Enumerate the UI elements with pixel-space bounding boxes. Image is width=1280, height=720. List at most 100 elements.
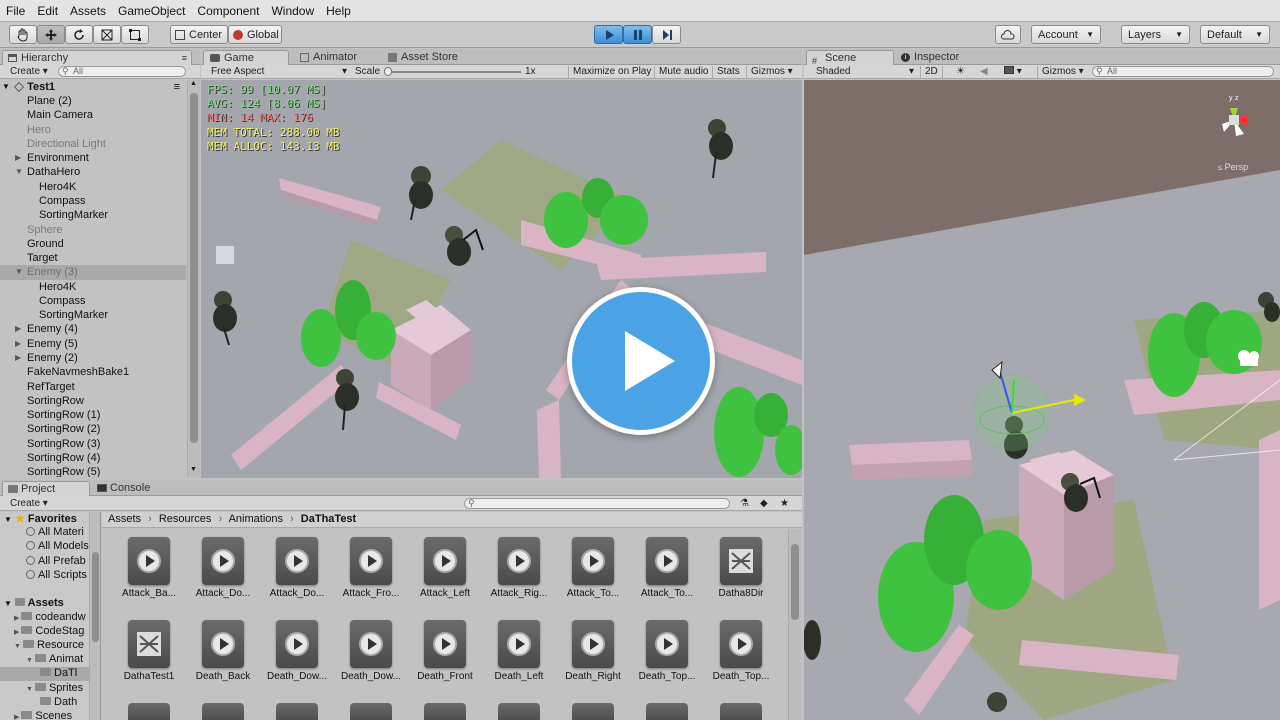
asset-item[interactable]: Death_Dow...: [335, 620, 407, 700]
breadcrumb-item[interactable]: Animations: [229, 513, 283, 525]
hierarchy-item[interactable]: Hero4K: [0, 180, 186, 194]
play-button[interactable]: [594, 25, 623, 44]
hierarchy-item[interactable]: SortingMarker: [0, 208, 186, 222]
tab-scene[interactable]: # Scene: [806, 50, 894, 66]
hierarchy-item[interactable]: ▶ Environment: [0, 151, 186, 165]
scene-viewport[interactable]: y z ≤ Persp: [804, 80, 1280, 720]
breadcrumb-item[interactable]: Assets: [108, 513, 141, 525]
hierarchy-item[interactable]: Compass: [0, 294, 186, 308]
asset-item[interactable]: Datha8Dir: [705, 537, 777, 617]
hierarchy-item[interactable]: RefTarget: [0, 380, 186, 394]
asset-item[interactable]: Death_Left: [483, 620, 555, 700]
menu-item-window[interactable]: Window: [265, 4, 320, 18]
scene-gizmos-dropdown[interactable]: Gizmos ▾: [1037, 66, 1088, 78]
hierarchy-item[interactable]: Hero4K: [0, 280, 186, 294]
breadcrumb-item-current[interactable]: DaThaTest: [301, 513, 356, 525]
expand-arrow-icon[interactable]: ▼: [15, 165, 23, 179]
hierarchy-item[interactable]: Main Camera: [0, 108, 186, 122]
game-gizmos-dropdown[interactable]: Gizmos ▾: [746, 66, 797, 78]
scene-menu-icon[interactable]: ≡: [174, 80, 180, 94]
expand-arrow-icon[interactable]: ▶: [14, 629, 19, 636]
folder-item[interactable]: ▼ Resource: [14, 639, 84, 653]
asset-item-partial[interactable]: [350, 703, 392, 720]
folder-tree-scrollbar[interactable]: [89, 512, 100, 720]
hierarchy-item[interactable]: Plane (2): [0, 94, 186, 108]
tab-game[interactable]: Game: [203, 50, 289, 65]
scene-root-row[interactable]: ▼ Test1 ≡: [0, 80, 186, 94]
hierarchy-item[interactable]: SortingRow (2): [0, 422, 186, 436]
filter-by-type-icon[interactable]: ⚗: [740, 498, 749, 509]
asset-item[interactable]: Attack_Ba...: [113, 537, 185, 617]
step-button[interactable]: [652, 25, 681, 44]
scene-search-input[interactable]: All: [1092, 66, 1274, 77]
persp-label[interactable]: ≤ Persp: [1218, 162, 1248, 172]
pause-button[interactable]: [623, 25, 652, 44]
pivot-center-toggle[interactable]: Center: [170, 25, 228, 44]
move-tool-button[interactable]: [37, 25, 65, 44]
asset-item[interactable]: Attack_Left: [409, 537, 481, 617]
hierarchy-item[interactable]: ▶ Enemy (4): [0, 322, 186, 336]
asset-item[interactable]: Attack_Rig...: [483, 537, 555, 617]
asset-item[interactable]: Death_Right: [557, 620, 629, 700]
asset-item[interactable]: Attack_Fro...: [335, 537, 407, 617]
hierarchy-item[interactable]: Ground: [0, 237, 186, 251]
project-create-dropdown[interactable]: Create ▾: [6, 498, 52, 510]
account-dropdown[interactable]: Account ▼: [1031, 25, 1101, 44]
scroll-up-icon[interactable]: ▲: [190, 80, 197, 87]
collapse-arrow-icon[interactable]: ▶: [15, 151, 21, 165]
asset-item-partial[interactable]: [572, 703, 614, 720]
folder-item[interactable]: ▼ Sprites: [26, 682, 83, 696]
scene-orientation-gizmo[interactable]: y z ≤ Persp: [1204, 90, 1274, 172]
scale-tool-button[interactable]: [93, 25, 121, 44]
asset-item[interactable]: Attack_Do...: [261, 537, 333, 617]
tab-inspector[interactable]: i Inspector: [896, 50, 986, 65]
asset-item[interactable]: Death_Top...: [631, 620, 703, 700]
hierarchy-item[interactable]: Sphere: [0, 223, 186, 237]
hierarchy-item[interactable]: Compass: [0, 194, 186, 208]
hierarchy-item[interactable]: Hero: [0, 123, 186, 137]
collapse-arrow-icon[interactable]: ▶: [15, 322, 21, 336]
lighting-toggle[interactable]: ☀: [952, 66, 969, 78]
folder-item[interactable]: ▶ Scenes: [14, 710, 72, 720]
panel-menu-icon[interactable]: ≡: [182, 51, 187, 66]
expand-arrow-icon[interactable]: ▼: [14, 643, 21, 650]
folder-item[interactable]: ▶ codeandw: [14, 611, 86, 625]
menu-item-edit[interactable]: Edit: [31, 4, 64, 18]
hierarchy-item[interactable]: ▶ Enemy (2): [0, 351, 186, 365]
hierarchy-item[interactable]: SortingRow (3): [0, 437, 186, 451]
aspect-dropdown[interactable]: Free Aspect ▾: [207, 66, 349, 78]
asset-item[interactable]: Attack_To...: [557, 537, 629, 617]
hierarchy-scrollbar[interactable]: ▲ ▼: [187, 80, 200, 477]
tab-asset-store[interactable]: Asset Store: [383, 50, 473, 65]
hierarchy-item[interactable]: ▶ Enemy (5): [0, 337, 186, 351]
asset-item[interactable]: DathaTest1: [113, 620, 185, 700]
asset-item-partial[interactable]: [128, 703, 170, 720]
collapse-arrow-icon[interactable]: ▶: [15, 337, 21, 351]
asset-item-partial[interactable]: [424, 703, 466, 720]
move-gizmo-x-arrow[interactable]: [1074, 394, 1086, 406]
tab-console[interactable]: Console: [94, 481, 174, 496]
2d-toggle[interactable]: 2D: [920, 66, 943, 78]
hand-tool-button[interactable]: [9, 25, 37, 44]
scale-slider-track[interactable]: [387, 71, 521, 73]
mute-audio-toggle[interactable]: Mute audio: [654, 66, 712, 78]
hierarchy-item[interactable]: Directional Light: [0, 137, 186, 151]
folder-item[interactable]: ▼ Animat: [26, 653, 83, 667]
expand-arrow-icon[interactable]: ▼: [15, 265, 23, 279]
hierarchy-item[interactable]: SortingRow (4): [0, 451, 186, 465]
hierarchy-scroll-thumb[interactable]: [190, 93, 198, 443]
tab-hierarchy[interactable]: Hierarchy ≡: [2, 50, 192, 65]
scroll-down-icon[interactable]: ▼: [190, 466, 197, 473]
hierarchy-item[interactable]: SortingRow: [0, 394, 186, 408]
expand-arrow-icon[interactable]: ▶: [14, 714, 19, 720]
asset-grid-scroll-thumb[interactable]: [791, 544, 799, 620]
asset-item[interactable]: Attack_To...: [631, 537, 703, 617]
stats-toggle[interactable]: Stats: [712, 66, 744, 78]
assets-header[interactable]: ▼ Assets: [4, 597, 64, 609]
menu-item-component[interactable]: Component: [191, 4, 265, 18]
hierarchy-item[interactable]: Target: [0, 251, 186, 265]
asset-item-partial[interactable]: [646, 703, 688, 720]
folder-tree-scroll-thumb[interactable]: [92, 552, 99, 642]
collapse-arrow-icon[interactable]: ▶: [15, 351, 21, 365]
menu-item-file[interactable]: File: [0, 4, 31, 18]
